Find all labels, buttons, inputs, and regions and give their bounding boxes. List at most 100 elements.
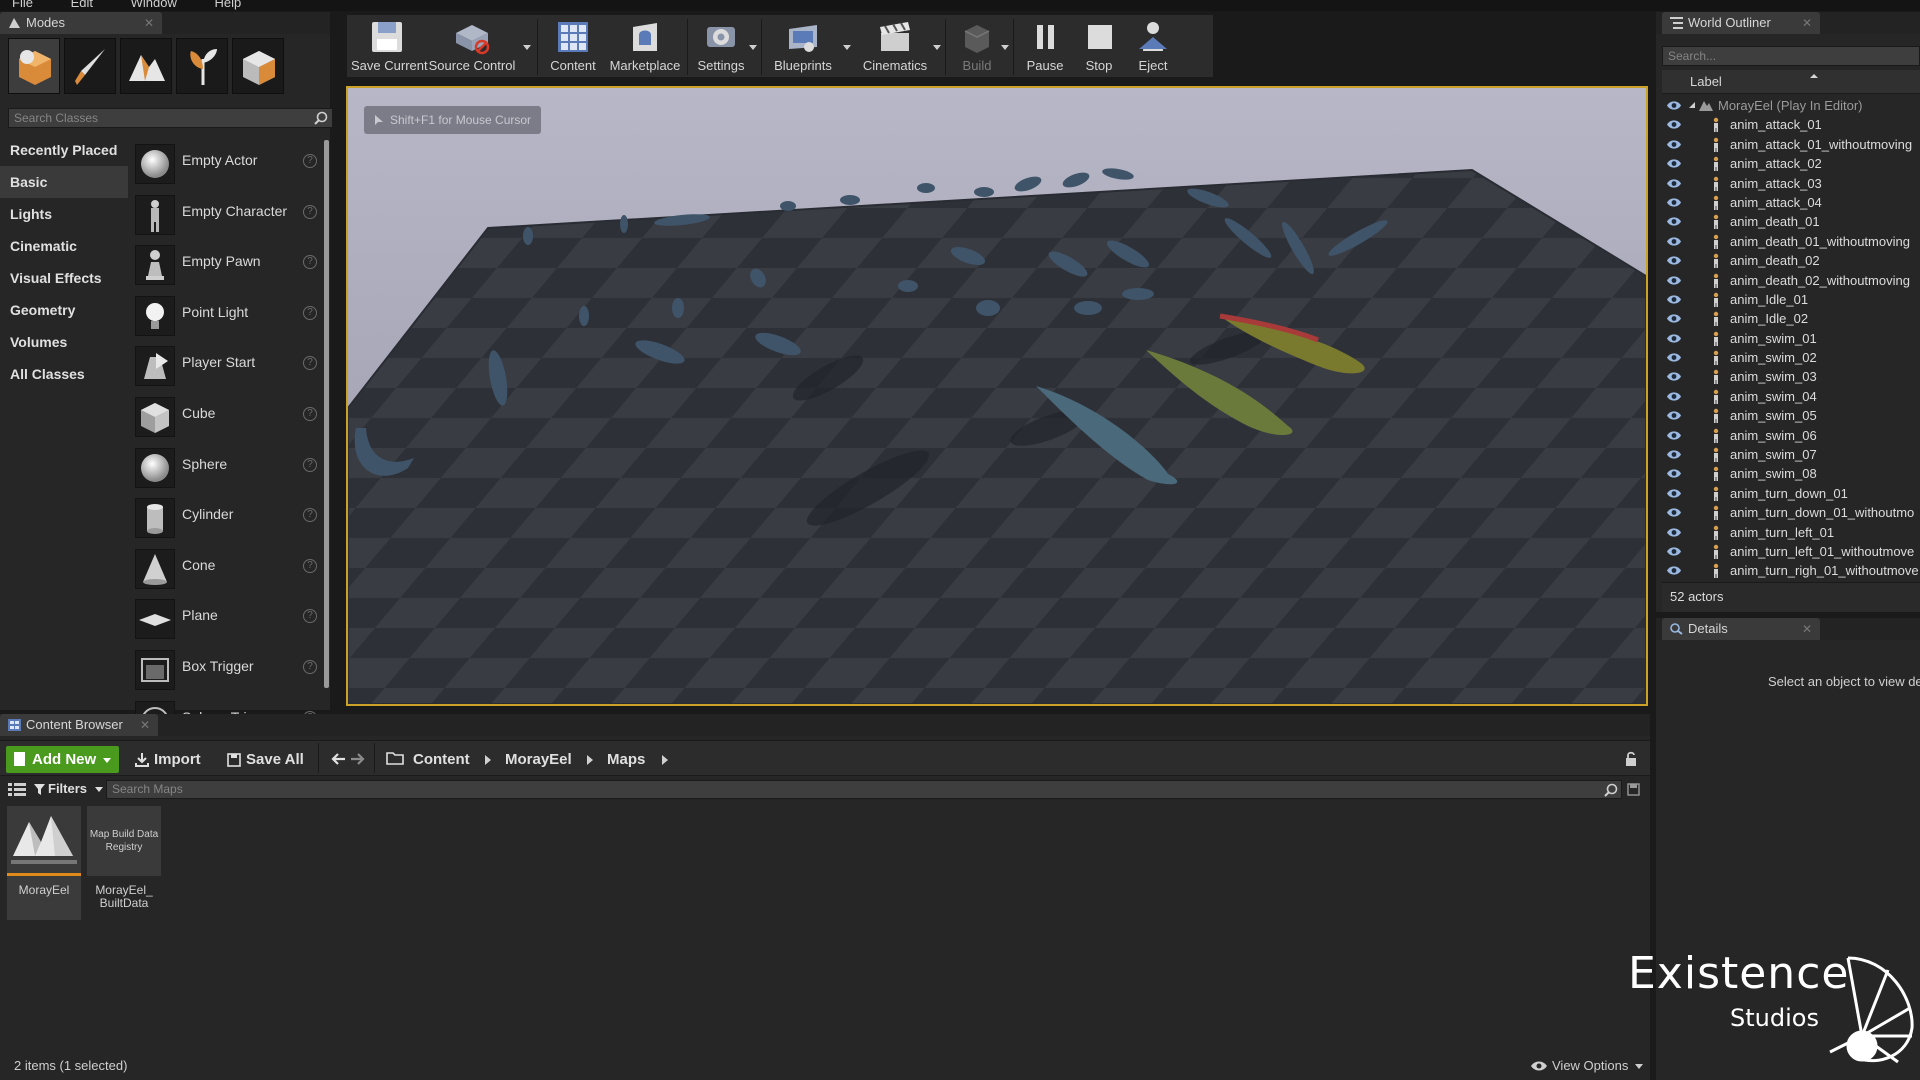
category-all-classes[interactable]: All Classes — [0, 358, 128, 390]
outliner-actor-row[interactable]: anim_swim_07 — [1662, 445, 1920, 464]
outliner-actor-row[interactable]: anim_swim_02 — [1662, 348, 1920, 367]
outliner-actor-row[interactable]: anim_turn_left_01_withoutmove — [1662, 542, 1920, 561]
outliner-actor-row[interactable]: anim_turn_down_01 — [1662, 484, 1920, 503]
breadcrumb-arrow-icon[interactable] — [485, 755, 491, 765]
outliner-actor-row[interactable]: anim_swim_01 — [1662, 329, 1920, 348]
stop-button[interactable]: Stop — [1075, 15, 1123, 79]
source-control-dropdown-icon[interactable] — [523, 45, 531, 50]
category-recently-placed[interactable]: Recently Placed — [0, 134, 128, 166]
menu-help[interactable]: Help — [214, 0, 241, 10]
help-icon[interactable]: ? — [303, 255, 317, 270]
outliner-actor-row[interactable]: anim_attack_02 — [1662, 154, 1920, 173]
paint-mode-button[interactable] — [64, 38, 116, 94]
eject-button[interactable]: Eject — [1127, 15, 1179, 79]
place-mode-button[interactable] — [8, 38, 60, 94]
outliner-actor-row[interactable]: anim_death_01_withoutmoving — [1662, 232, 1920, 251]
visibility-eye-icon[interactable] — [1666, 410, 1682, 421]
close-icon[interactable]: ✕ — [1802, 12, 1812, 34]
search-classes-input[interactable]: Search Classes — [8, 108, 333, 128]
visibility-eye-icon[interactable] — [1666, 139, 1682, 150]
menu-file[interactable]: File — [12, 0, 33, 10]
visibility-eye-icon[interactable] — [1666, 275, 1682, 286]
help-icon[interactable]: ? — [303, 508, 317, 523]
close-icon[interactable]: ✕ — [144, 12, 154, 34]
outliner-actor-row[interactable]: anim_attack_01 — [1662, 115, 1920, 134]
class-item-plane[interactable]: Plane ? — [135, 595, 323, 646]
visibility-eye-icon[interactable] — [1666, 255, 1682, 266]
help-icon[interactable]: ? — [303, 609, 317, 624]
build-button[interactable]: Build — [951, 15, 1003, 79]
category-visual-effects[interactable]: Visual Effects — [0, 262, 128, 294]
class-item-box-trigger[interactable]: Box Trigger ? — [135, 646, 323, 697]
breadcrumb-morayeel[interactable]: MorayEel — [505, 746, 572, 773]
outliner-column-header[interactable]: Label — [1662, 70, 1920, 94]
visibility-eye-icon[interactable] — [1666, 333, 1682, 344]
forward-arrow-icon[interactable] — [350, 752, 366, 766]
search-maps-input[interactable]: Search Maps — [106, 780, 1622, 799]
class-item-cube[interactable]: Cube ? — [135, 393, 323, 444]
visibility-eye-icon[interactable] — [1666, 468, 1682, 479]
visibility-eye-icon[interactable] — [1666, 294, 1682, 305]
save-all-button[interactable]: Save All — [224, 746, 304, 773]
filters-button[interactable]: Filters — [34, 779, 103, 799]
outliner-actor-row[interactable]: anim_attack_03 — [1662, 174, 1920, 193]
category-basic[interactable]: Basic — [0, 166, 128, 198]
category-volumes[interactable]: Volumes — [0, 326, 128, 358]
world-outliner-tab[interactable]: World Outliner ✕ — [1662, 12, 1820, 34]
pause-button[interactable]: Pause — [1019, 15, 1071, 79]
sources-panel-icon[interactable] — [8, 782, 26, 796]
outliner-actor-row[interactable]: anim_turn_righ_01_withoutmove — [1662, 561, 1920, 580]
close-icon[interactable]: ✕ — [140, 714, 150, 736]
outliner-actor-row[interactable]: anim_Idle_02 — [1662, 309, 1920, 328]
cinematics-button[interactable]: Cinematics — [855, 15, 935, 79]
visibility-eye-icon[interactable] — [1666, 449, 1682, 460]
visibility-eye-icon[interactable] — [1666, 236, 1682, 247]
outliner-actor-row[interactable]: anim_turn_left_01 — [1662, 523, 1920, 542]
add-new-button[interactable]: Add New — [6, 746, 119, 773]
breadcrumb-arrow-icon[interactable] — [662, 755, 668, 765]
help-icon[interactable]: ? — [303, 204, 317, 219]
class-item-empty-pawn[interactable]: Empty Pawn ? — [135, 241, 323, 292]
outliner-actor-row[interactable]: anim_attack_01_withoutmoving — [1662, 135, 1920, 154]
asset-morayeel-builtdata[interactable]: Map Build Data Registry MorayEel_ BuiltDa… — [87, 806, 161, 920]
lock-icon[interactable] — [1624, 751, 1638, 767]
class-item-point-light[interactable]: Point Light ? — [135, 292, 323, 343]
help-icon[interactable]: ? — [303, 659, 317, 674]
content-browser-tab[interactable]: Content Browser ✕ — [0, 714, 158, 736]
visibility-eye-icon[interactable] — [1666, 430, 1682, 441]
content-button[interactable]: Content — [543, 15, 603, 79]
class-item-cylinder[interactable]: Cylinder ? — [135, 494, 323, 545]
view-options-button[interactable]: View Options — [1530, 1058, 1643, 1073]
save-current-button[interactable]: Save Current — [351, 15, 428, 79]
visibility-eye-icon[interactable] — [1666, 100, 1682, 111]
class-item-player-start[interactable]: Player Start ? — [135, 342, 323, 393]
outliner-actor-row[interactable]: anim_swim_06 — [1662, 426, 1920, 445]
asset-morayeel-map[interactable]: MorayEel — [7, 806, 81, 920]
build-dropdown-icon[interactable] — [1001, 45, 1009, 50]
outliner-actor-row[interactable]: anim_death_02_withoutmoving — [1662, 271, 1920, 290]
help-icon[interactable]: ? — [303, 558, 317, 573]
visibility-eye-icon[interactable] — [1666, 507, 1682, 518]
help-icon[interactable]: ? — [303, 154, 317, 168]
visibility-eye-icon[interactable] — [1666, 119, 1682, 130]
close-icon[interactable]: ✕ — [1802, 618, 1812, 640]
cinematics-dropdown-icon[interactable] — [933, 45, 941, 50]
outliner-search-input[interactable]: Search... — [1662, 46, 1920, 66]
outliner-actor-row[interactable]: anim_swim_03 — [1662, 367, 1920, 386]
settings-dropdown-icon[interactable] — [749, 45, 757, 50]
class-item-empty-actor[interactable]: Empty Actor ? — [135, 140, 323, 191]
help-icon[interactable]: ? — [303, 457, 317, 472]
visibility-eye-icon[interactable] — [1666, 527, 1682, 538]
visibility-eye-icon[interactable] — [1666, 546, 1682, 557]
source-control-button[interactable]: Source Control — [427, 15, 517, 79]
menu-edit[interactable]: Edit — [71, 0, 93, 10]
visibility-eye-icon[interactable] — [1666, 565, 1682, 576]
visibility-eye-icon[interactable] — [1666, 371, 1682, 382]
outliner-root-row[interactable]: MorayEel (Play In Editor) — [1662, 96, 1920, 115]
outliner-actor-row[interactable]: anim_turn_down_01_withoutmo — [1662, 503, 1920, 522]
visibility-eye-icon[interactable] — [1666, 158, 1682, 169]
visibility-eye-icon[interactable] — [1666, 391, 1682, 402]
help-icon[interactable]: ? — [303, 305, 317, 320]
menu-window[interactable]: Window — [131, 0, 177, 10]
outliner-actor-row[interactable]: anim_attack_04 — [1662, 193, 1920, 212]
